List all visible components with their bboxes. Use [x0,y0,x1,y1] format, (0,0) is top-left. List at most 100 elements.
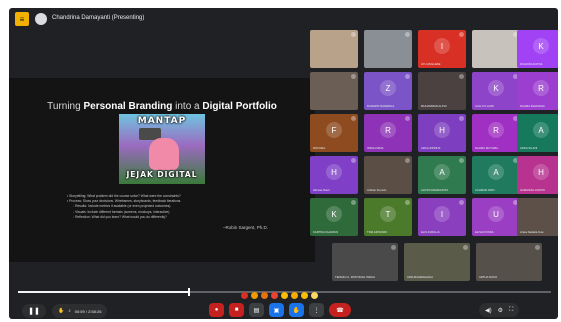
mic-status-icon [459,116,464,121]
participant-tile[interactable] [364,30,412,68]
participant-tile[interactable]: R INDAH RIMA [364,114,412,152]
more-icon[interactable]: ⋮ [309,303,324,317]
participant-tile[interactable]: MUHAMMAD ALPHI [418,72,466,110]
participant-tile[interactable] [472,30,520,68]
mic-status-icon [405,32,410,37]
mic-status-icon [405,158,410,163]
slide-title-highlight: Digital Portfolio [202,101,277,112]
participant-tile[interactable]: K RIHANNA RATNA [517,30,558,68]
mic-status-icon [391,245,396,250]
settings-icon[interactable]: ⚙ [498,307,503,314]
mic-status-icon [459,158,464,163]
participant-name: ARCA ZIPRIUS [421,146,441,150]
file-icon[interactable]: ≡ [15,12,29,26]
playback-group: ✋ ♪ 00:59 / 2:58:26 [52,304,108,318]
participant-avatar: A [533,122,549,138]
mic-status-icon [351,158,356,163]
mic-status-icon [351,32,356,37]
slide-title-part: into a [172,101,203,112]
participant-avatar: K [488,80,504,96]
participant-avatar: R [488,122,504,138]
meeting-controls: ● ■ ▤ ▣ ✋ ⋮ ☎ [209,303,351,317]
mic-status-icon [463,245,468,250]
participant-name: ACHMAD ARIO [475,188,495,192]
participant-name: ELIS AVRILLIA [421,230,440,234]
reaction-marker-icon[interactable] [301,292,308,299]
participant-tile[interactable]: H ARCA ZIPRIUS [418,114,466,152]
reaction-marker-icon[interactable] [281,292,288,299]
participant-name: AULLIYA LIANI [475,104,494,108]
participant-name: AFIFA SILANI [520,146,538,150]
reaction-marker-icon[interactable] [261,292,268,299]
participant-avatar: K [326,206,342,222]
participant-tile[interactable]: I ELIS AVRILLIA [418,198,466,236]
participant-tile[interactable] [310,30,358,68]
bullet-text: Storytelling: What problem did the cours… [69,194,181,198]
fullscreen-icon[interactable]: ⛶ [509,307,513,314]
participant-avatar: A [488,164,504,180]
pause-icon[interactable]: ❚❚ [22,304,46,318]
meme-image: MANTAP JEJAK DIGITAL [119,114,205,184]
participant-avatar: Z [380,80,396,96]
participant-name: Hikmas Nasir [313,188,330,192]
participant-tile[interactable]: R RAHMA MUTHMA [472,114,520,152]
participant-avatar: R [380,122,396,138]
participant-tile[interactable]: A ALIFIN RAMADHOTA [418,156,466,194]
raise-hand-icon[interactable]: ✋ [289,303,304,317]
participant-avatar: R [533,80,549,96]
mic-status-icon [459,74,464,79]
mic-status-icon [405,116,410,121]
participant-tile[interactable]: H HAMIZZAH ANNITA [517,156,558,194]
camera-off-icon[interactable]: ■ [229,303,244,317]
participant-avatar: F [326,122,342,138]
participant-name: RAHMA RAMADHA [520,104,545,108]
participant-tile[interactable]: R RAHMA RAMADHA [517,72,558,110]
participant-tile[interactable]: U ELISA DONNA [472,198,520,236]
participant-name: Ardhan Kumolo [367,188,387,192]
participant-name: KARTIKA KHAIRUN [313,230,339,234]
participant-tile[interactable]: Ardhan Kumolo [364,156,412,194]
reaction-marker-icon[interactable] [251,292,258,299]
participant-name: MUHAMMAD ALPHI [421,104,447,108]
participant-avatar: T [380,206,396,222]
present-icon[interactable]: ▣ [269,303,284,317]
reaction-marker-icon[interactable] [291,292,298,299]
participant-name: ARIA RAHMAHAGIA [407,275,433,279]
participant-tile[interactable]: Z DARIAPR RAMADHA [364,72,412,110]
volume-icon[interactable]: ◀) [485,307,492,314]
reaction-marker-icon[interactable] [241,292,248,299]
sub-bullet: ◦ Reflection: What did you learn? What w… [73,214,167,219]
end-call-icon[interactable]: ☎ [329,303,351,317]
participant-tile[interactable] [310,72,358,110]
mic-off-icon[interactable]: ● [209,303,224,317]
mic-status-icon [351,74,356,79]
participant-tile[interactable]: K KARTIKA KHAIRUN [310,198,358,236]
bullet-text: Reflection: What did you learn? What wou… [75,214,167,219]
participant-tile[interactable]: H Hikmas Nasir [310,156,358,194]
participant-tile[interactable]: ARTHA NUKO [476,243,542,281]
bullet-text: Process: Show your decisions. Wireframes… [69,199,182,204]
participant-tile[interactable]: F RINI DEA [310,114,358,152]
participant-name: DARIAPR RAMADHA [367,104,395,108]
volume-icon[interactable]: ♪ [68,308,71,314]
presenter-avatar [35,13,47,25]
participant-tile[interactable]: K AULLIYA LIANI [472,72,520,110]
timeline-handle[interactable] [187,288,190,296]
participant-tile[interactable]: A AFIFA SILANI [517,114,558,152]
reaction-marker-icon[interactable] [311,292,318,299]
participant-tile[interactable]: Anisa Nadiela Kuw [517,198,558,236]
reaction-marker-icon[interactable] [271,292,278,299]
participant-tile[interactable]: I AYU ANGLEDE [418,30,466,68]
participant-name: ELISA DONNA [475,230,494,234]
participant-tile[interactable]: ARIA RAHMAHAGIA [404,243,470,281]
participant-name: INDAH RIMA [367,146,384,150]
participant-tile[interactable]: TENGKU A. ROSYIDAH INDAH [332,243,398,281]
participant-name: HAMIZZAH ANNITA [520,188,545,192]
participant-name: TENGKU A. ROSYIDAH INDAH [335,275,375,279]
participant-tile[interactable]: T TRIA ARIYANDI [364,198,412,236]
participant-tile[interactable]: A ACHMAD ARIO [472,156,520,194]
slide-title-highlight: Personal Branding [83,101,173,112]
hand-icon[interactable]: ✋ [58,308,64,314]
captions-icon[interactable]: ▤ [249,303,264,317]
participant-avatar: I [434,206,450,222]
